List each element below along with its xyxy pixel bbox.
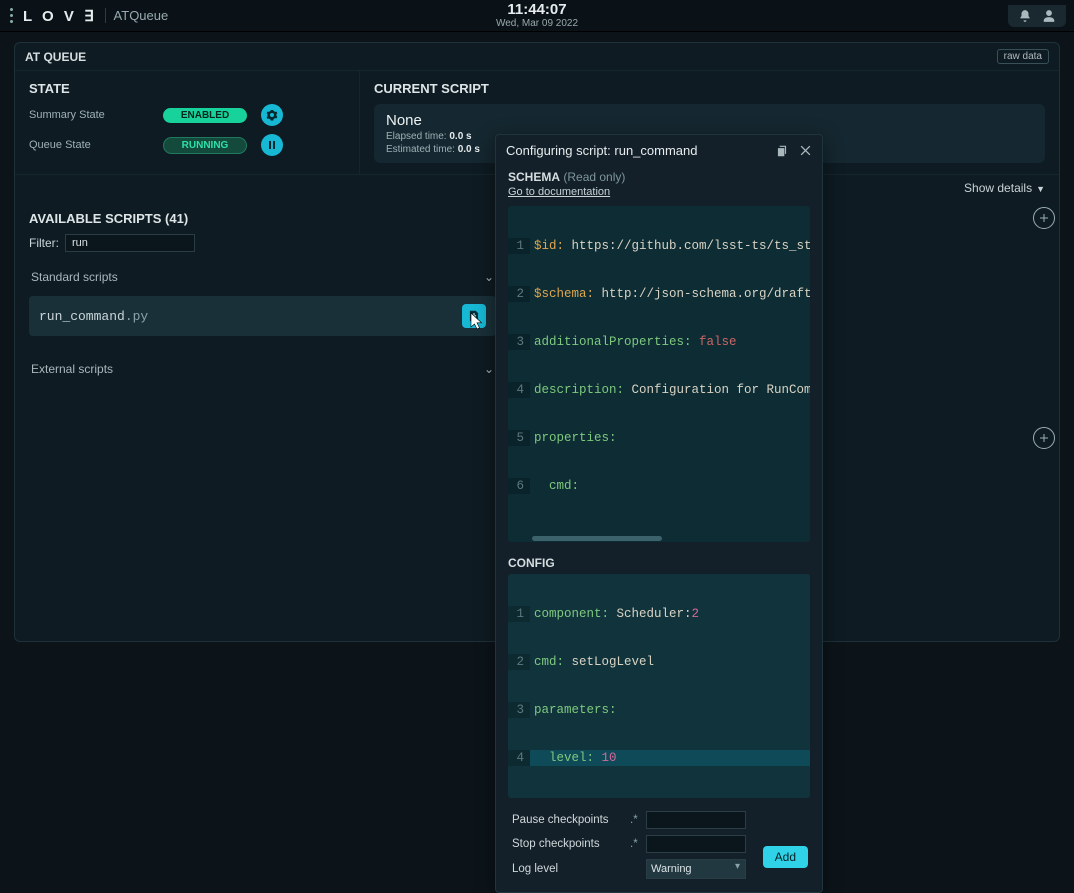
clock-time: 11:44:07	[496, 2, 578, 19]
current-title: CURRENT SCRIPT	[374, 81, 1045, 96]
script-ext: .py	[125, 309, 148, 324]
queue-state-label: Queue State	[29, 139, 149, 151]
schema-readonly: (Read only)	[563, 170, 625, 184]
loglevel-select[interactable]: Warning	[646, 859, 746, 879]
stop-checkpoints-label: Stop checkpoints	[512, 838, 624, 850]
pause-checkpoints-input[interactable]	[646, 811, 746, 829]
state-title: STATE	[29, 81, 345, 96]
topbar: L O V ∃ ATQueue 11:44:07 Wed, Mar 09 202…	[0, 0, 1074, 32]
script-name: run_command	[39, 309, 125, 324]
pause-checkpoints-label: Pause checkpoints	[512, 814, 624, 826]
elapsed-label: Elapsed time:	[386, 131, 447, 142]
brand-logo: L O V ∃	[23, 7, 97, 25]
bell-icon[interactable]	[1018, 9, 1032, 23]
configure-script-modal: Configuring script: run_command SCHEMA (…	[495, 134, 823, 893]
panel-title: AT QUEUE	[25, 50, 86, 64]
copy-icon[interactable]	[775, 144, 789, 158]
close-icon[interactable]	[799, 144, 812, 157]
state-section: STATE Summary State ENABLED Queue State …	[15, 71, 360, 174]
stop-regex: .*	[630, 838, 640, 850]
available-scripts-section: AVAILABLE SCRIPTS (41) Filter: Standard …	[15, 201, 510, 641]
raw-data-button[interactable]: raw data	[997, 49, 1049, 64]
current-script-name: None	[386, 112, 1033, 129]
topbar-right	[1008, 5, 1066, 27]
chevron-down-icon: ▼	[1036, 184, 1045, 194]
standard-scripts-header[interactable]: Standard scripts ⌄	[29, 262, 496, 292]
app-name: ATQueue	[105, 8, 169, 23]
schema-code: 1$id:$id: https://github.com/lsst-ts/ts_…	[508, 206, 810, 542]
panel-header: AT QUEUE raw data	[15, 43, 1059, 71]
modal-title: Configuring script: run_command	[506, 143, 697, 158]
summary-state-badge: ENABLED	[163, 108, 247, 123]
documentation-link[interactable]: Go to documentation	[508, 186, 810, 198]
config-code[interactable]: 1component: Scheduler:2 2cmd: setLogLeve…	[508, 574, 810, 798]
elapsed-value: 0.0 s	[449, 131, 471, 142]
external-scripts-header[interactable]: External scripts ⌄	[29, 354, 496, 384]
chevron-down-icon: ⌄	[484, 362, 494, 376]
launch-script-button[interactable]	[462, 304, 486, 328]
clock: 11:44:07 Wed, Mar 09 2022	[496, 2, 578, 30]
user-icon[interactable]	[1042, 9, 1056, 23]
settings-icon[interactable]	[261, 104, 283, 126]
config-label: CONFIG	[508, 556, 555, 570]
estimated-value: 0.0 s	[458, 144, 480, 155]
estimated-label: Estimated time:	[386, 144, 455, 155]
horizontal-scrollbar[interactable]	[532, 536, 662, 541]
add-to-queue-button[interactable]	[1033, 207, 1055, 229]
schema-label: SCHEMA	[508, 170, 560, 184]
loglevel-label: Log level	[512, 863, 624, 875]
summary-state-label: Summary State	[29, 109, 149, 121]
script-item-run-command[interactable]: run_command.py	[29, 296, 496, 336]
available-scripts-title: AVAILABLE SCRIPTS (41)	[29, 211, 496, 226]
filter-input[interactable]	[65, 234, 195, 252]
clock-date: Wed, Mar 09 2022	[496, 18, 578, 29]
pause-regex: .*	[630, 814, 640, 826]
add-to-queue-button-2[interactable]	[1033, 427, 1055, 449]
pause-icon[interactable]	[261, 134, 283, 156]
filter-label: Filter:	[29, 236, 59, 250]
stop-checkpoints-input[interactable]	[646, 835, 746, 853]
chevron-down-icon: ⌄	[484, 270, 494, 284]
queue-state-badge: RUNNING	[163, 137, 247, 154]
menu-dots-icon[interactable]	[10, 8, 13, 23]
add-button[interactable]: Add	[763, 846, 808, 868]
